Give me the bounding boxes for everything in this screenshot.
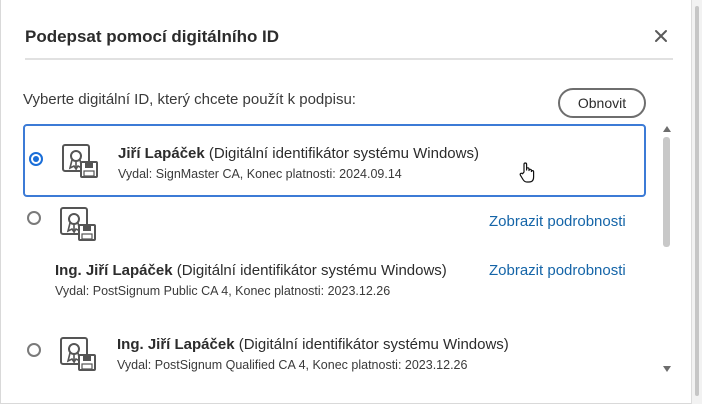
- digital-id-item-3[interactable]: Ing. Jiří Lapáček (Digitální identifikát…: [23, 252, 646, 300]
- header-divider: [25, 58, 673, 60]
- window-scrollbar-thumb[interactable]: [695, 6, 699, 396]
- digital-id-item-1[interactable]: Jiří Lapáček (Digitální identifikátor sy…: [23, 124, 646, 197]
- certificate-icon: [60, 337, 96, 371]
- id-4-name-line: Ing. Jiří Lapáček (Digitální identifikát…: [117, 336, 509, 353]
- close-icon: [655, 30, 667, 42]
- id-3-show-details-link[interactable]: Zobrazit podrobnosti: [489, 262, 626, 279]
- scroll-up-icon[interactable]: [663, 126, 671, 132]
- certificate-icon: [62, 144, 98, 178]
- id-3-type: (Digitální identifikátor systému Windows…: [176, 262, 447, 279]
- list-scrollbar-thumb[interactable]: [663, 137, 670, 247]
- window-scrollbar[interactable]: [691, 0, 702, 404]
- select-id-prompt: Vyberte digitální ID, který chcete použí…: [23, 91, 356, 108]
- id-4-name: Ing. Jiří Lapáček: [117, 336, 235, 353]
- id-4-type: (Digitální identifikátor systému Windows…: [238, 336, 509, 353]
- certificate-icon: [60, 207, 96, 241]
- id-1-radio[interactable]: [29, 152, 43, 166]
- id-3-name-line: Ing. Jiří Lapáček (Digitální identifikát…: [55, 262, 447, 279]
- id-2-radio[interactable]: [27, 211, 41, 225]
- digital-id-item-4[interactable]: Ing. Jiří Lapáček (Digitální identifikát…: [23, 322, 646, 376]
- id-4-radio[interactable]: [27, 343, 41, 357]
- list-scrollbar[interactable]: [661, 124, 673, 376]
- id-3-name: Ing. Jiří Lapáček: [55, 262, 173, 279]
- sign-digital-id-dialog: Podepsat pomocí digitálního ID Vyberte d…: [0, 0, 702, 404]
- id-1-issuer: Vydal: SignMaster CA, Konec platnosti: 2…: [118, 167, 402, 181]
- scroll-down-icon[interactable]: [663, 366, 671, 372]
- digital-id-item-2[interactable]: Zobrazit podrobnosti: [23, 200, 646, 244]
- hand-pointer-icon: [519, 162, 535, 183]
- id-1-name-line: Jiří Lapáček (Digitální identifikátor sy…: [118, 145, 479, 162]
- refresh-button[interactable]: Obnovit: [558, 88, 646, 118]
- id-1-name: Jiří Lapáček: [118, 145, 205, 162]
- digital-id-list: Jiří Lapáček (Digitální identifikátor sy…: [23, 122, 648, 376]
- close-button[interactable]: [649, 24, 673, 48]
- id-2-show-details-link[interactable]: Zobrazit podrobnosti: [489, 213, 626, 230]
- dialog-title: Podepsat pomocí digitálního ID: [25, 27, 280, 46]
- id-4-issuer: Vydal: PostSignum Qualified CA 4, Konec …: [117, 358, 468, 372]
- id-1-type: (Digitální identifikátor systému Windows…: [208, 145, 479, 162]
- id-3-issuer: Vydal: PostSignum Public CA 4, Konec pla…: [55, 284, 391, 298]
